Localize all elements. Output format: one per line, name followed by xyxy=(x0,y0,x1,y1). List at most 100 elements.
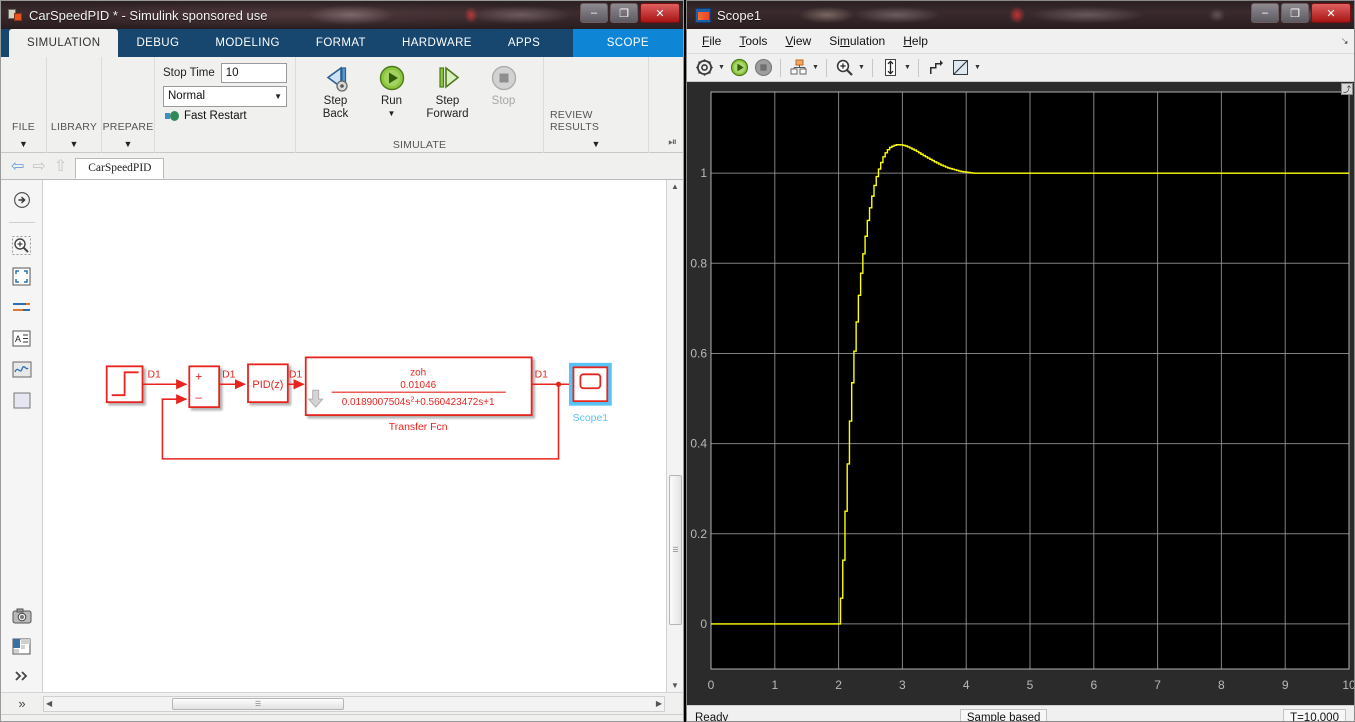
maximize-button[interactable]: ❐ xyxy=(1281,3,1309,23)
scope-plot-area[interactable]: ⤴ 0 1 2 3 4 5 6 7 8 9 10 0 0.2 0.4 0.6 0.8 1 xyxy=(687,82,1354,705)
scroll-left-icon[interactable]: ◀ xyxy=(46,699,52,708)
vertical-scroll-thumb[interactable]: ☰ xyxy=(669,475,682,625)
toolbar-separator xyxy=(826,58,827,77)
annotation-icon[interactable]: A xyxy=(11,328,33,348)
maximize-button[interactable]: ❐ xyxy=(610,3,638,23)
signal-routing-icon[interactable] xyxy=(11,297,33,317)
step-forward-button[interactable]: Step Forward xyxy=(420,63,476,121)
stop-icon xyxy=(489,63,519,93)
scroll-down-icon[interactable]: ▼ xyxy=(671,681,679,690)
stop-icon[interactable] xyxy=(752,57,774,79)
tab-apps[interactable]: APPS xyxy=(490,29,558,57)
close-button[interactable]: ✕ xyxy=(640,3,680,23)
chevron-down-icon[interactable]: ▼ xyxy=(811,64,820,71)
tab-debug[interactable]: DEBUG xyxy=(118,29,197,57)
back-navigation-icon[interactable]: ⇦ xyxy=(11,156,24,176)
simulate-section-label: SIMULATE xyxy=(392,139,447,151)
block-diagram[interactable]: D1 + – D1 PID(z) D1 zoh 0.01046 0.018900… xyxy=(43,180,666,692)
close-button[interactable]: ✕ xyxy=(1311,3,1351,23)
zoom-in-icon[interactable] xyxy=(11,235,33,255)
chevron-down-icon[interactable]: ▼ xyxy=(903,64,912,71)
chevron-down-icon[interactable]: ▼ xyxy=(19,139,28,149)
chevron-down-icon: ▼ xyxy=(274,92,282,101)
collapse-ribbon-icon[interactable]: ⏯ xyxy=(668,136,677,149)
simulink-statusbar: Ready 100% auto(FixedStepDiscrete) xyxy=(1,714,683,721)
step-back-icon xyxy=(321,63,351,93)
horizontal-scroll-thumb[interactable]: ☰ xyxy=(172,697,344,710)
tab-modeling[interactable]: MODELING xyxy=(197,29,298,57)
navigate-icon[interactable] xyxy=(11,190,33,210)
ribbon-group-review-results[interactable]: REVIEW RESULTS ▼ xyxy=(544,57,649,153)
scope-block-label: Scope1 xyxy=(573,413,609,424)
configuration-properties-icon[interactable] xyxy=(693,57,715,79)
simulation-mode-select[interactable]: Normal ▼ xyxy=(163,86,287,107)
signal-label-step: D1 xyxy=(147,369,161,380)
signal-selection-icon[interactable] xyxy=(787,57,809,79)
minimize-button[interactable]: – xyxy=(580,3,608,23)
cursor-measurements-icon[interactable] xyxy=(949,57,971,79)
svg-text:0: 0 xyxy=(708,678,715,692)
transfer-fcn-block[interactable]: zoh 0.01046 0.0189007504s2+0.560423472s+… xyxy=(304,356,533,416)
camera-icon[interactable] xyxy=(11,606,33,626)
ribbon-group-library[interactable]: LIBRARY ▼ xyxy=(47,57,102,153)
step-block[interactable] xyxy=(105,365,144,404)
autoscale-icon[interactable] xyxy=(879,57,901,79)
chevron-down-icon[interactable]: ▼ xyxy=(857,64,866,71)
canvas-horizontal-scrollbar[interactable]: ◀ ☰ ▶ xyxy=(43,695,665,712)
chevron-down-icon[interactable]: ▼ xyxy=(592,139,601,149)
canvas-horizontal-scroll-row: » ◀ ☰ ▶ xyxy=(1,692,683,714)
step-forward-icon xyxy=(433,63,463,93)
forward-navigation-icon[interactable]: ⇨ xyxy=(32,156,45,176)
minimize-button[interactable]: – xyxy=(1251,3,1279,23)
tab-simulation[interactable]: SIMULATION xyxy=(9,29,119,57)
menu-simulation[interactable]: Simulation xyxy=(820,31,894,51)
ribbon-group-file[interactable]: FILE ▼ xyxy=(1,57,47,153)
canvas-vertical-scrollbar[interactable]: ▲ ☰ ▼ xyxy=(666,180,683,692)
scope-block[interactable]: Scope1 xyxy=(568,362,612,424)
layout-icon[interactable] xyxy=(11,636,33,656)
up-navigation-icon[interactable]: ⇧ xyxy=(54,156,67,176)
simulink-titlebar[interactable]: CarSpeedPID * - Simulink sponsored use –… xyxy=(1,1,683,29)
tab-hardware[interactable]: HARDWARE xyxy=(384,29,490,57)
menu-overflow-icon[interactable]: ➝ xyxy=(1337,34,1351,48)
svg-text:0: 0 xyxy=(700,617,707,631)
area-icon[interactable] xyxy=(11,390,33,410)
stop-time-input[interactable]: 10 xyxy=(220,63,287,83)
canvas-side-toolbar: A xyxy=(1,180,43,692)
pid-block[interactable]: PID(z) xyxy=(247,363,289,404)
highlight-signal-icon[interactable] xyxy=(925,57,947,79)
menu-view[interactable]: View xyxy=(776,31,820,51)
model-canvas[interactable]: D1 + – D1 PID(z) D1 zoh 0.01046 0.018900… xyxy=(43,180,666,692)
expand-panel-icon[interactable]: » xyxy=(1,696,43,711)
ribbon-group-prepare[interactable]: PREPARE ▼ xyxy=(102,57,155,153)
sum-minus-label: – xyxy=(195,390,202,404)
expand-icon[interactable] xyxy=(11,666,33,686)
menu-file[interactable]: File xyxy=(693,31,730,51)
scroll-up-icon[interactable]: ▲ xyxy=(671,182,679,191)
scroll-right-icon[interactable]: ▶ xyxy=(656,699,662,708)
scope-preview-icon[interactable] xyxy=(11,359,33,379)
breadcrumb-carspeedpid[interactable]: CarSpeedPID xyxy=(75,158,165,179)
scope-titlebar[interactable]: Scope1 – ❐ ✕ xyxy=(687,1,1354,29)
fast-restart-toggle[interactable]: Fast Restart xyxy=(163,110,287,122)
frame-basis-indicator: Sample based xyxy=(959,708,1048,721)
run-icon[interactable] xyxy=(728,57,750,79)
step-back-button[interactable]: Step Back xyxy=(308,63,364,121)
fit-to-view-icon[interactable] xyxy=(11,266,33,286)
fast-restart-icon xyxy=(165,110,179,122)
transfer-fcn-denominator: 0.0189007504s2+0.560423472s+1 xyxy=(342,395,495,408)
chevron-down-icon[interactable]: ▼ xyxy=(973,64,982,71)
menu-tools[interactable]: Tools xyxy=(730,31,776,51)
tab-format[interactable]: FORMAT xyxy=(298,29,384,57)
chevron-down-icon[interactable]: ▼ xyxy=(717,64,726,71)
maximize-axes-button[interactable]: ⤴ xyxy=(1341,83,1353,95)
menu-help[interactable]: Help xyxy=(894,31,937,51)
tab-scope[interactable]: SCOPE xyxy=(572,29,683,57)
svg-text:2: 2 xyxy=(835,678,842,692)
zoom-icon[interactable] xyxy=(833,57,855,79)
chevron-down-icon[interactable]: ▼ xyxy=(124,139,133,149)
chevron-down-icon[interactable]: ▼ xyxy=(388,110,396,118)
chevron-down-icon[interactable]: ▼ xyxy=(70,139,79,149)
sum-block[interactable]: + – xyxy=(188,365,221,409)
run-button[interactable]: Run ▼ xyxy=(364,63,420,118)
